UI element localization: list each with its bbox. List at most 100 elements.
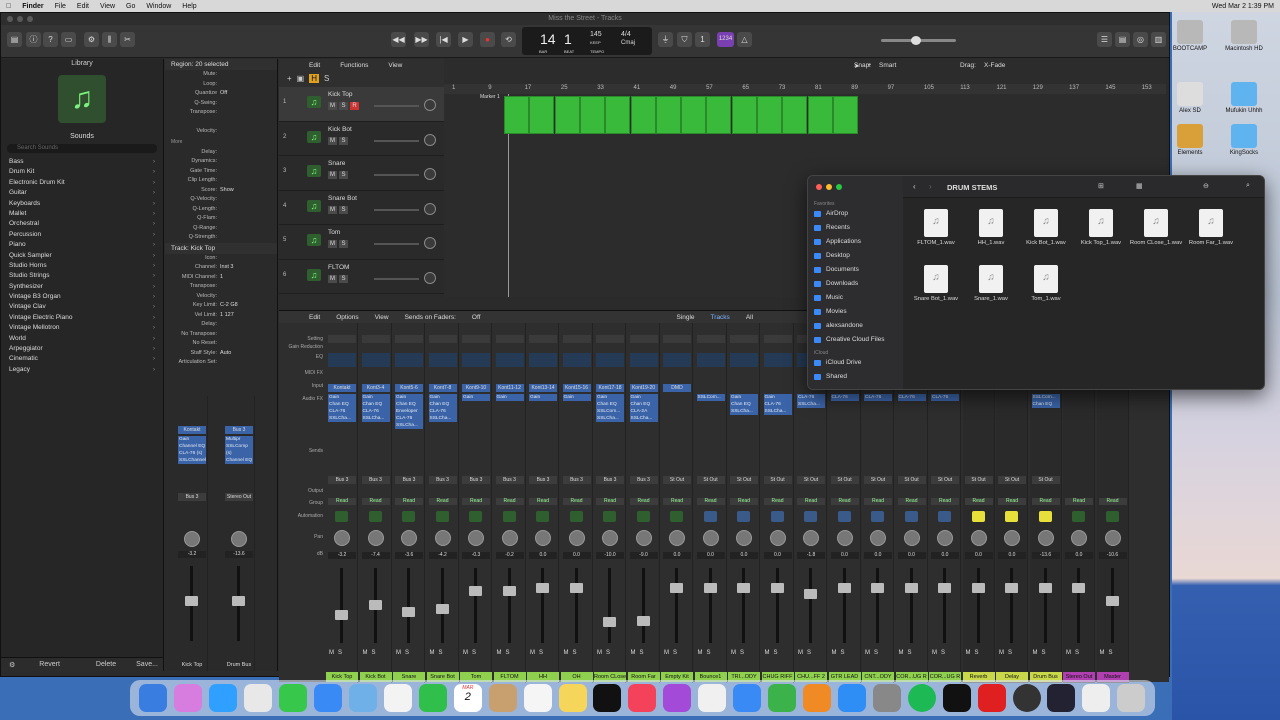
inspector-row[interactable]: Dynamics: xyxy=(165,157,277,167)
add-track-button[interactable]: + xyxy=(287,74,292,83)
track-header[interactable]: 3 ♫ Snare M S xyxy=(279,156,444,191)
setting-slot[interactable] xyxy=(663,335,691,343)
solo-button[interactable]: S xyxy=(339,274,348,283)
automation-mode[interactable]: Read xyxy=(830,498,859,505)
volume-fader[interactable] xyxy=(569,583,583,594)
snap-dropdown[interactable]: Smart xyxy=(879,62,896,69)
revert-button[interactable]: Revert xyxy=(39,661,60,668)
chrome-icon[interactable] xyxy=(244,684,273,712)
file-item[interactable]: Room Far_1.wav xyxy=(1183,209,1239,246)
inspector-param-value[interactable]: C-2 G8 xyxy=(220,301,238,311)
automation-mode[interactable]: Read xyxy=(529,498,557,505)
inspector-row[interactable]: Staff Style: Auto xyxy=(165,349,277,359)
audio-fx-plugin[interactable]: SSLCha... xyxy=(765,408,792,415)
audio-fx-plugin[interactable]: Gain xyxy=(463,394,490,401)
track-header[interactable]: 1 ♫ Kick Top M S R xyxy=(279,87,444,122)
solo-button[interactable]: S xyxy=(774,650,778,656)
track-volume-slider[interactable] xyxy=(374,243,419,245)
minimize-icon[interactable] xyxy=(826,184,832,190)
library-category[interactable]: Cinematic xyxy=(1,354,163,365)
mute-button[interactable]: M xyxy=(328,274,337,283)
inspector-row[interactable]: Transpose: xyxy=(165,282,277,292)
eq-thumbnail[interactable] xyxy=(663,353,691,367)
channel-name[interactable]: Kick Top xyxy=(176,660,208,670)
solo-button[interactable]: S xyxy=(740,650,744,656)
mute-button[interactable]: M xyxy=(328,102,337,110)
eq-thumbnail[interactable] xyxy=(696,353,725,367)
eq-thumbnail[interactable] xyxy=(763,353,792,367)
pan-knob[interactable] xyxy=(184,531,200,547)
volume-readout[interactable]: -3.2 xyxy=(178,551,206,558)
input-slot[interactable]: Kont17-18 xyxy=(596,384,624,392)
audio-fx-plugin[interactable]: Gain xyxy=(396,394,423,401)
mute-button[interactable]: M xyxy=(329,650,334,656)
audio-fx-plugin[interactable]: SSLCha... xyxy=(798,401,825,408)
automation-mode[interactable]: Read xyxy=(629,498,658,505)
output-slot[interactable]: Bus 3 xyxy=(328,476,356,484)
volume-readout[interactable]: -10.6 xyxy=(1098,552,1127,559)
mute-button[interactable]: M xyxy=(1066,650,1071,656)
setting-slot[interactable] xyxy=(428,335,457,343)
input-slot[interactable]: Kont9-10 xyxy=(462,384,490,392)
pan-knob[interactable] xyxy=(334,530,350,546)
track-name[interactable]: FLTOM xyxy=(328,264,349,271)
track-volume-slider[interactable] xyxy=(374,105,419,107)
output-slot[interactable]: St Out xyxy=(931,476,959,484)
master-volume-knob[interactable] xyxy=(911,36,921,45)
automation-mode[interactable]: Read xyxy=(562,498,591,505)
sidebar-item[interactable]: Creative Cloud Files xyxy=(808,333,903,347)
input-slot[interactable]: Bus 3 xyxy=(225,426,253,434)
solo-button[interactable]: S xyxy=(874,650,878,656)
mixer-options-menu[interactable]: Options xyxy=(336,314,358,321)
audio-fx-plugin[interactable]: Enveloper xyxy=(396,408,423,415)
audio-fx-plugin[interactable]: Chan EQ xyxy=(396,401,423,408)
output-slot[interactable]: Bus 3 xyxy=(529,476,557,484)
output-slot[interactable]: St Out xyxy=(663,476,691,484)
window-controls[interactable] xyxy=(7,16,33,22)
audio-fx-plugin[interactable]: Gain xyxy=(631,394,658,401)
audio-fx-plugin[interactable]: CLA-76 xyxy=(765,401,792,408)
input-slot[interactable]: DMD xyxy=(663,384,691,392)
sidebar-item[interactable]: Shared xyxy=(808,370,903,384)
menu-finder[interactable]: Finder xyxy=(22,3,43,10)
setting-slot[interactable] xyxy=(763,335,792,343)
hide-track-icon[interactable]: H xyxy=(309,74,320,83)
solo-button[interactable]: S xyxy=(573,650,577,656)
volume-fader[interactable] xyxy=(603,617,616,627)
menubar-clock[interactable]: Wed Mar 2 1:39 PM xyxy=(1212,3,1274,10)
solo-button[interactable]: S xyxy=(807,650,811,656)
volume-readout[interactable]: 0.0 xyxy=(730,552,758,559)
setting-slot[interactable] xyxy=(730,335,758,343)
menu-window[interactable]: Window xyxy=(146,3,171,10)
input-slot[interactable]: Kont3-4 xyxy=(361,384,390,392)
mute-button[interactable]: M xyxy=(363,650,368,656)
safari-icon[interactable] xyxy=(209,684,238,712)
file-item[interactable]: Room CLose_1.wav xyxy=(1128,209,1184,246)
file-item[interactable]: Kick Top_1.wav xyxy=(1073,209,1129,246)
maps-icon[interactable] xyxy=(348,684,377,712)
pan-knob[interactable] xyxy=(367,530,384,546)
audio-fx-plugin[interactable]: SSLCha... xyxy=(396,422,423,429)
volume-fader[interactable] xyxy=(1005,583,1018,594)
solo-button[interactable]: S xyxy=(673,650,677,656)
input-slot[interactable]: Kont11-12 xyxy=(495,384,524,392)
inspector-row[interactable] xyxy=(165,118,277,128)
channel-name[interactable]: Drum Bus xyxy=(223,660,255,670)
output-slot[interactable]: St Out xyxy=(730,476,758,484)
library-category[interactable]: Drum Kit xyxy=(1,167,163,178)
delete-button[interactable]: Delete xyxy=(96,661,116,668)
track-header[interactable]: 6 ♫ FLTOM M S xyxy=(279,260,444,294)
pan-knob[interactable] xyxy=(769,530,786,546)
tuner-icon[interactable]: ⏚ xyxy=(658,32,673,47)
pages-icon[interactable] xyxy=(802,684,831,712)
inspector-row[interactable]: Q-Range: xyxy=(165,224,277,234)
mute-button[interactable]: M xyxy=(1033,650,1038,656)
volume-fader[interactable] xyxy=(1038,583,1052,594)
track-pan-knob[interactable] xyxy=(424,271,436,284)
midi-region[interactable] xyxy=(782,96,808,134)
capcut-icon[interactable] xyxy=(942,684,971,712)
output-slot[interactable]: St Out xyxy=(830,476,859,484)
play-button[interactable]: ▶ xyxy=(458,32,473,47)
setting-slot[interactable] xyxy=(361,335,390,343)
audio-fx-plugin[interactable]: CLA-76 xyxy=(932,394,959,401)
